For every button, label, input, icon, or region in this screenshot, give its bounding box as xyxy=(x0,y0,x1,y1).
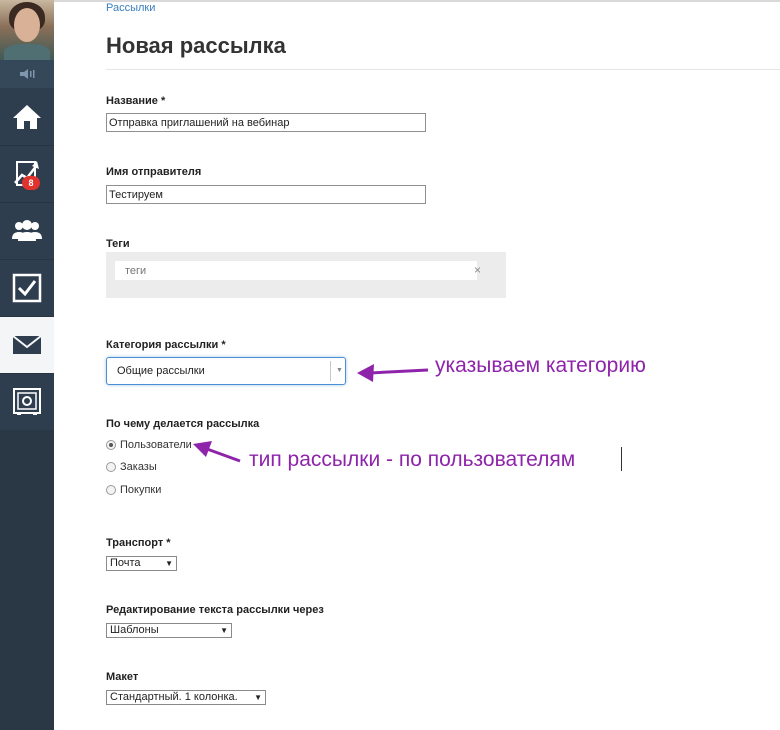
text-caret xyxy=(621,447,622,471)
type-annotation: тип рассылки - по пользователям xyxy=(249,448,576,471)
category-annotation: указываем категорию xyxy=(435,354,646,377)
category-arrow xyxy=(357,364,429,382)
type-arrow xyxy=(193,441,241,463)
annotation-arrows xyxy=(193,364,429,463)
